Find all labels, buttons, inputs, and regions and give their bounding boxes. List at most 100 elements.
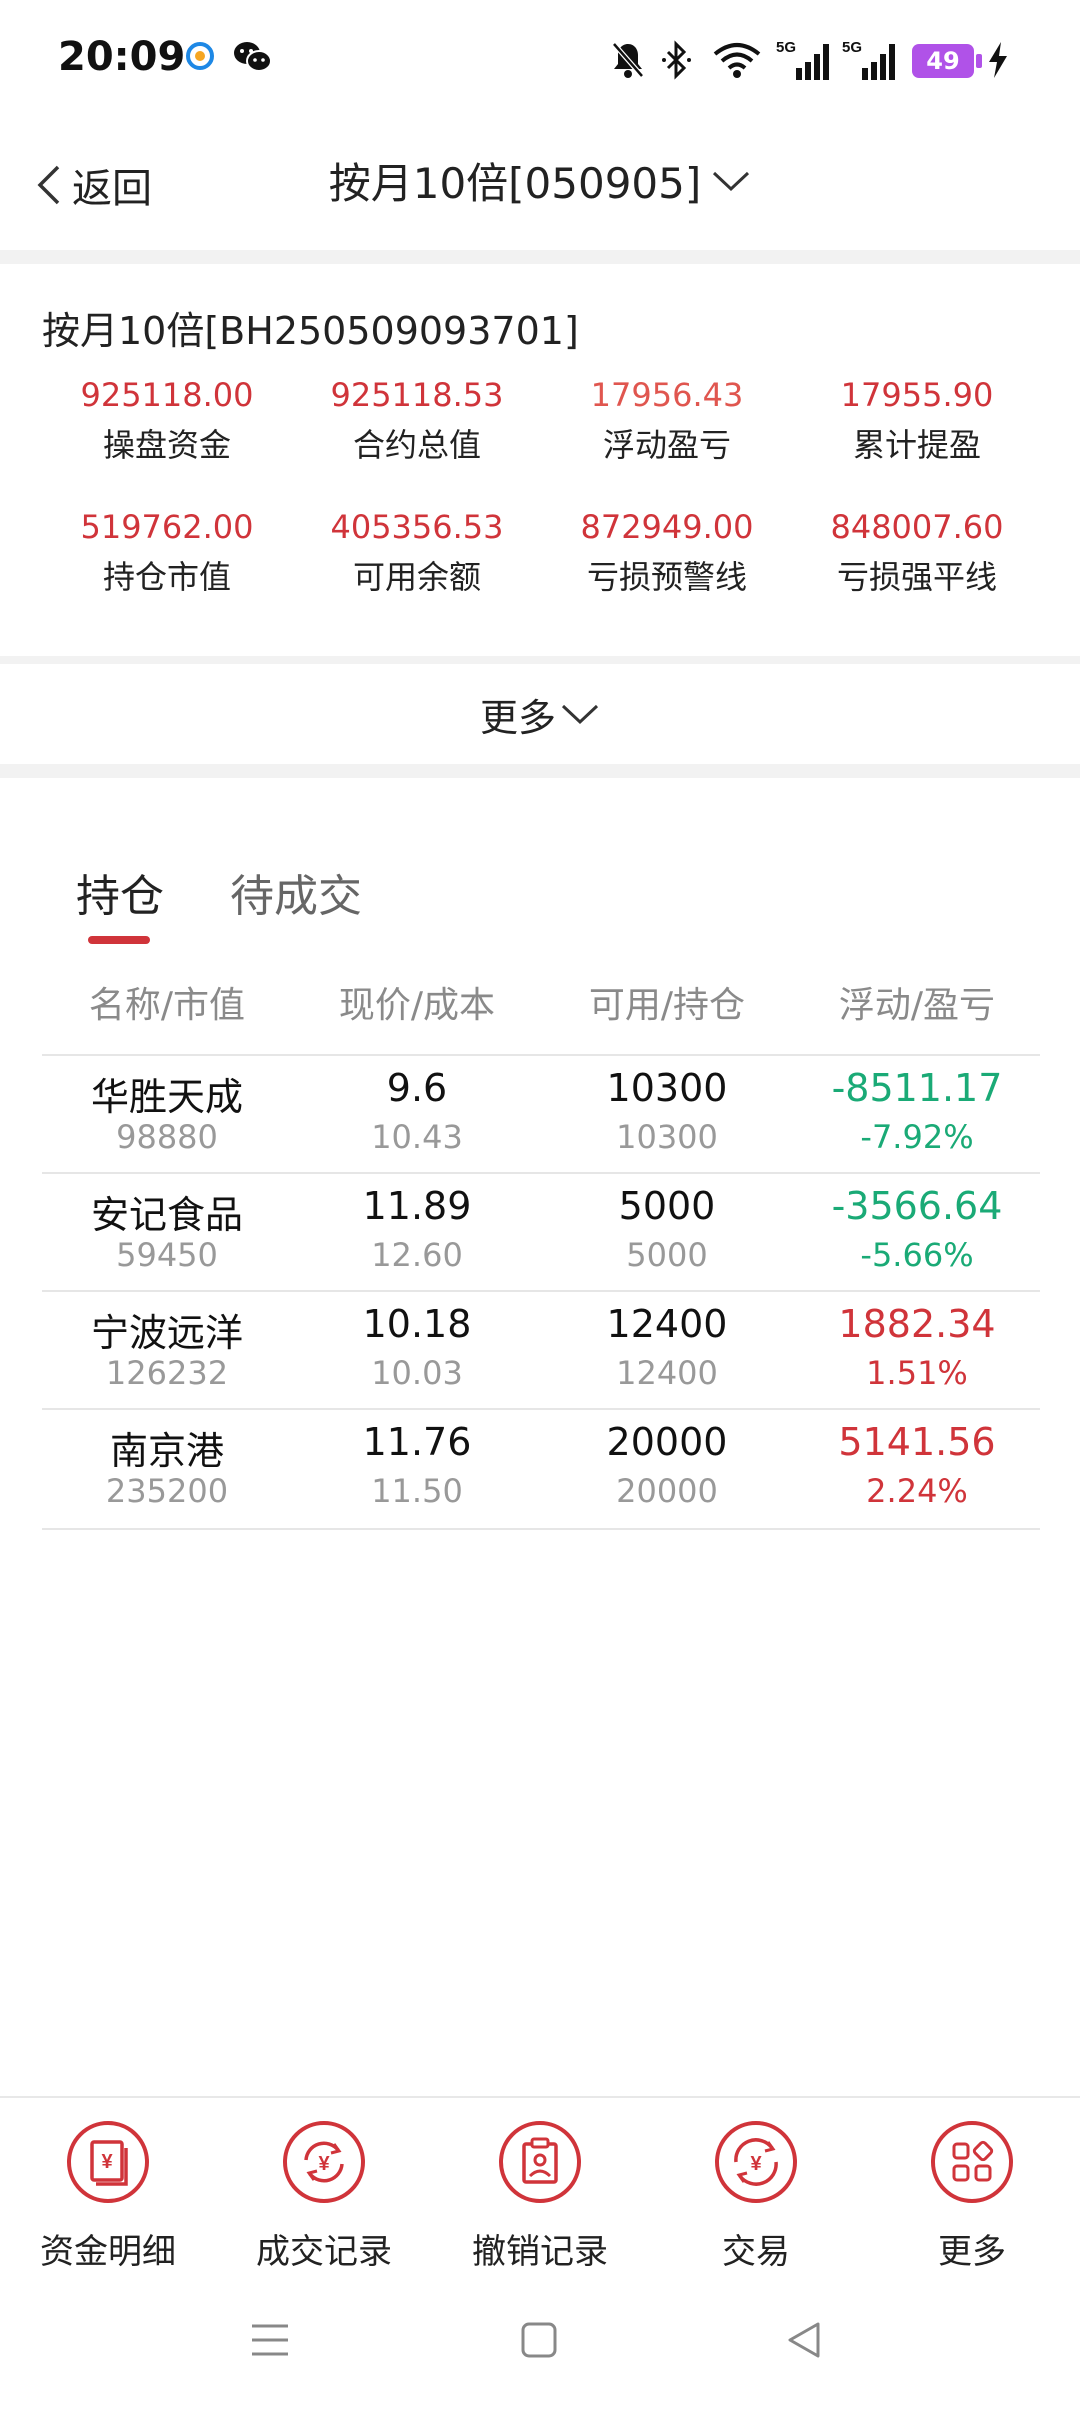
stock-name: 南京港 (109, 1429, 224, 1473)
stat-label: 亏损预警线 (586, 558, 747, 596)
svg-text:5G: 5G (776, 39, 796, 56)
cancel-record-icon (499, 2121, 581, 2203)
stat-value: 848007.60 (830, 508, 1004, 546)
toolbar-label: 撤销记录 (472, 2232, 608, 2272)
floating-pl: 1882.34 (838, 1302, 996, 1346)
market-value: 98880 (116, 1118, 218, 1156)
bluetooth-icon (662, 40, 691, 80)
toolbar-label: 交易 (722, 2232, 790, 2272)
column-header: 浮动/盈亏 (838, 985, 996, 1026)
wechat-icon (234, 42, 272, 72)
holding-qty: 20000 (616, 1472, 718, 1510)
stat-label: 操盘资金 (102, 426, 231, 464)
table-row[interactable]: 南京港 235200 11.76 11.50 20000 20000 5141.… (42, 1408, 1040, 1528)
cost-price: 10.43 (371, 1118, 463, 1156)
table-row[interactable]: 安记食品 59450 11.89 12.60 5000 5000 -3566.6… (42, 1172, 1040, 1292)
chevron-down-icon (713, 171, 750, 191)
stat-value: 872949.00 (580, 508, 754, 546)
stat-value: 925118.00 (80, 376, 254, 414)
pl-percent: 2.24% (866, 1472, 968, 1510)
cost-price: 10.03 (371, 1354, 463, 1392)
deal-record-icon: ¥ (283, 2121, 365, 2203)
stat-item: 872949.00 亏损预警线 (542, 508, 792, 598)
battery-indicator: 49 (912, 44, 982, 78)
stat-item: 17956.43 浮动盈亏 (542, 376, 792, 466)
system-nav-bar (0, 2290, 1080, 2412)
table-row[interactable]: 宁波远洋 126232 10.18 10.03 12400 12400 1882… (42, 1290, 1040, 1410)
table-header: 名称/市值 现价/成本 可用/持仓 浮动/盈亏 (0, 976, 1080, 1028)
table-bottom-divider (42, 1528, 1040, 1530)
floating-pl: -8511.17 (831, 1066, 1003, 1110)
divider-band (0, 656, 1080, 664)
cost-price: 12.60 (371, 1236, 463, 1274)
stat-item: 405356.53 可用余额 (292, 508, 542, 598)
toolbar-label: 成交记录 (256, 2232, 392, 2272)
trade-button[interactable]: ¥ 交易 (648, 2120, 864, 2273)
more-button[interactable]: 更多 (864, 2120, 1080, 2273)
stock-name: 宁波远洋 (90, 1311, 243, 1355)
chevron-down-icon (561, 704, 599, 725)
pl-percent: -7.92% (860, 1118, 974, 1156)
market-value: 235200 (105, 1472, 229, 1510)
wifi-icon (713, 43, 761, 78)
toolbar-label: 更多 (938, 2232, 1006, 2272)
stock-name: 安记食品 (90, 1193, 243, 1237)
available-qty: 5000 (618, 1184, 716, 1228)
stat-item: 17955.90 累计提盈 (792, 376, 1042, 466)
column-header: 现价/成本 (338, 985, 496, 1026)
tab-pending-orders[interactable]: 待成交 (230, 860, 362, 924)
stock-name: 华胜天成 (90, 1075, 243, 1119)
svg-text:¥: ¥ (318, 2153, 330, 2175)
stat-label: 亏损强平线 (836, 558, 997, 596)
stat-label: 累计提盈 (852, 426, 981, 464)
stat-item: 519762.00 持仓市值 (42, 508, 292, 598)
page-title: 按月10倍[050905] (328, 159, 702, 208)
cancel-record-button[interactable]: 撤销记录 (432, 2120, 648, 2273)
deal-record-button[interactable]: ¥ 成交记录 (216, 2120, 432, 2273)
active-tab-indicator (88, 936, 150, 944)
signal-5g-icon: 5G (842, 39, 895, 80)
svg-text:¥: ¥ (750, 2153, 762, 2175)
account-title: 按月10倍[BH250509093701] (42, 309, 579, 353)
stat-item: 925118.53 合约总值 (292, 376, 542, 466)
svg-text:¥: ¥ (101, 2151, 113, 2173)
home-icon[interactable] (520, 2320, 558, 2360)
fund-detail-button[interactable]: ¥ 资金明细 (0, 2120, 216, 2273)
market-value: 126232 (105, 1354, 229, 1392)
stat-value: 405356.53 (330, 508, 504, 546)
stat-label: 浮动盈亏 (602, 426, 731, 464)
current-price: 11.76 (362, 1420, 472, 1464)
stat-label: 持仓市值 (102, 558, 231, 596)
holding-qty: 12400 (616, 1354, 718, 1392)
stat-value: 925118.53 (330, 376, 504, 414)
stat-value: 17956.43 (590, 376, 744, 414)
more-grid-icon (931, 2121, 1013, 2203)
current-price: 10.18 (362, 1302, 472, 1346)
table-row[interactable]: 华胜天成 98880 9.6 10.43 10300 10300 -8511.1… (42, 1054, 1040, 1174)
holding-qty: 10300 (616, 1118, 718, 1156)
more-label: 更多 (479, 695, 556, 740)
battery-level: 49 (926, 47, 960, 75)
column-header: 可用/持仓 (588, 985, 746, 1026)
account-selector[interactable]: 按月10倍[050905] (0, 150, 1080, 211)
status-time: 20:09 (58, 34, 186, 80)
pl-percent: 1.51% (866, 1354, 968, 1392)
trade-icon: ¥ (715, 2121, 797, 2203)
holding-qty: 5000 (626, 1236, 708, 1274)
bottom-toolbar: ¥ 资金明细 ¥ 成交记录 撤销记录 ¥ 交易 更多 (0, 2096, 1080, 2288)
current-price: 11.89 (362, 1184, 472, 1228)
menu-icon[interactable] (250, 2320, 290, 2360)
svg-text:5G: 5G (842, 39, 862, 56)
toolbar-label: 资金明细 (40, 2232, 176, 2272)
back-triangle-icon[interactable] (784, 2320, 824, 2360)
market-value: 59450 (116, 1236, 218, 1274)
stat-value: 519762.00 (80, 508, 254, 546)
available-qty: 12400 (606, 1302, 728, 1346)
stat-item: 925118.00 操盘资金 (42, 376, 292, 466)
column-header: 名称/市值 (88, 985, 246, 1026)
tab-positions[interactable]: 持仓 (76, 860, 164, 924)
divider-band (0, 250, 1080, 264)
top-nav-bar: 返回 按月10倍[050905] (0, 120, 1080, 250)
expand-more-button[interactable]: 更多 (0, 664, 1080, 764)
mute-bell-icon (612, 42, 644, 78)
